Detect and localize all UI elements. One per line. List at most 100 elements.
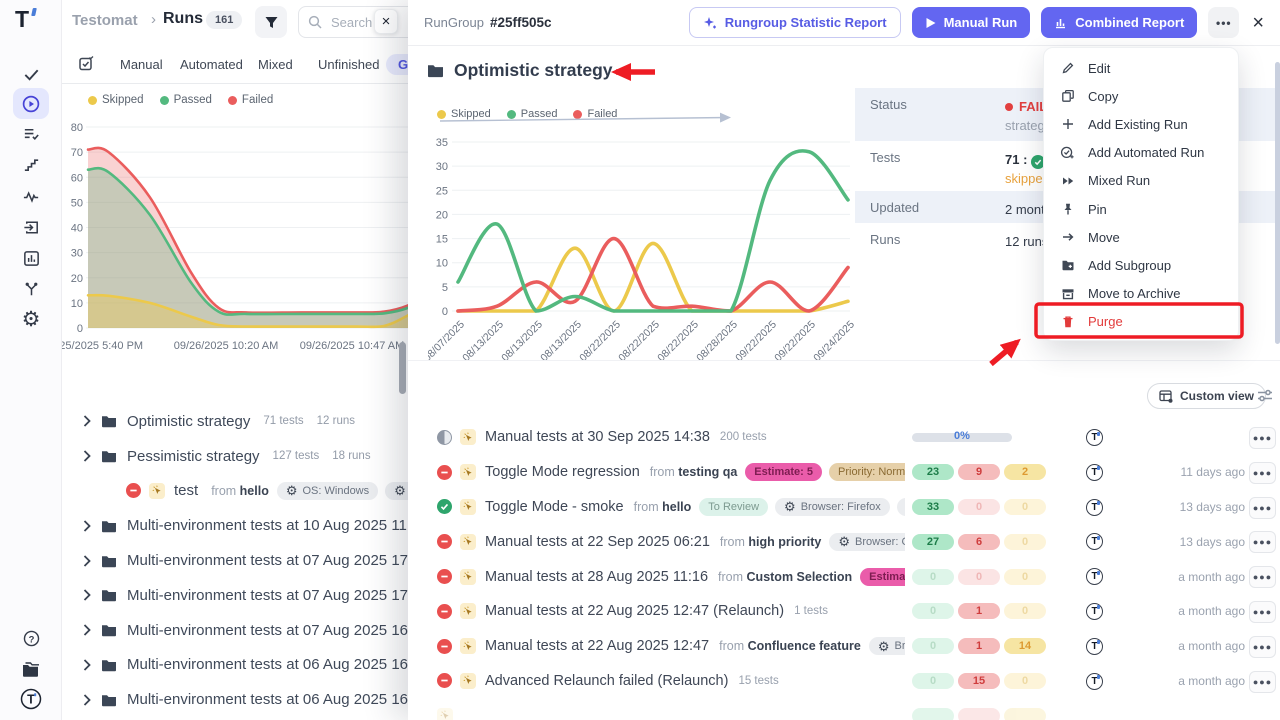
sidebar-item-pulse[interactable] bbox=[0, 180, 62, 212]
group-title-row: Optimistic strategy bbox=[427, 60, 613, 81]
menu-item-move[interactable]: Move bbox=[1044, 223, 1238, 251]
filter-button[interactable] bbox=[255, 6, 287, 38]
run-row-toggle-mode-smoke[interactable]: Toggle Mode - smoke from hello To Review… bbox=[408, 490, 1280, 525]
row-menu-button[interactable]: ●●● bbox=[1249, 462, 1276, 484]
rungroup-statistic-report-button[interactable]: Rungroup Statistic Report bbox=[689, 7, 901, 38]
gear-icon: ⚙ bbox=[286, 484, 298, 497]
run-row-manual-tests-at-22-sep-2025-06-21[interactable]: Manual tests at 22 Sep 2025 06:21 from h… bbox=[408, 524, 1280, 559]
sidebar-item-test-plans[interactable] bbox=[0, 118, 62, 150]
row-menu-button[interactable]: ●●● bbox=[1249, 427, 1276, 449]
menu-item-add-existing-run[interactable]: Add Existing Run bbox=[1044, 110, 1238, 138]
chevron-right-icon[interactable] bbox=[83, 555, 91, 567]
menu-item-mixed-run[interactable]: Mixed Run bbox=[1044, 167, 1238, 195]
sidebar-item-profile[interactable]: T bbox=[0, 683, 62, 715]
info-label: Runs bbox=[870, 232, 1005, 256]
tab-manual[interactable]: Manual bbox=[120, 57, 163, 72]
row-menu-button[interactable]: ●●● bbox=[1249, 671, 1276, 693]
search-icon bbox=[308, 15, 322, 29]
app-sidebar: T ⚙ ? T bbox=[0, 0, 62, 720]
legend-skipped[interactable]: Skipped bbox=[88, 94, 144, 106]
badge-os-macos: ⚙OS: MacOS bbox=[897, 498, 905, 516]
breadcrumb-section[interactable]: Runs bbox=[163, 10, 203, 28]
drawer-header: RunGroup #25ff505c Rungroup Statistic Re… bbox=[408, 0, 1280, 46]
run-row-manual-tests-at-22-aug-2025-12-47-relaunch[interactable]: Manual tests at 22 Aug 2025 12:47 (Relau… bbox=[408, 594, 1280, 629]
run-row-manual-tests-at-22-aug-2025-12-47[interactable]: Manual tests at 22 Aug 2025 12:47 from C… bbox=[408, 629, 1280, 664]
sidebar-item-help[interactable]: ? bbox=[0, 622, 62, 654]
left-panel-scrollbar[interactable] bbox=[399, 342, 406, 394]
drawer-scrollbar[interactable] bbox=[1275, 62, 1280, 344]
tab-automated[interactable]: Automated bbox=[180, 57, 243, 72]
rungroup-runs-list: Manual tests at 30 Sep 2025 14:38 200 te… bbox=[408, 420, 1280, 720]
failed-count bbox=[958, 708, 1000, 720]
reporter-logo-icon[interactable]: T bbox=[1086, 429, 1103, 446]
run-tests-count: 15 tests bbox=[738, 675, 778, 687]
legend-passed[interactable]: Passed bbox=[507, 108, 558, 120]
view-settings-icon[interactable] bbox=[1257, 389, 1273, 402]
manual-test-icon bbox=[460, 673, 476, 689]
menu-item-move-to-archive[interactable]: Move to Archive bbox=[1044, 280, 1238, 308]
sidebar-item-analytics[interactable] bbox=[0, 242, 62, 274]
close-icon[interactable]: × bbox=[1252, 13, 1264, 33]
custom-view-button[interactable]: Custom view bbox=[1147, 383, 1266, 409]
skipped-count bbox=[1004, 708, 1046, 720]
row-menu-button[interactable]: ●●● bbox=[1249, 497, 1276, 519]
manual-test-icon bbox=[460, 534, 476, 550]
failed-count: 9 bbox=[958, 464, 1000, 480]
menu-item-pin[interactable]: Pin bbox=[1044, 195, 1238, 223]
group-title: Multi-environment tests at 06 Aug 2025 1… bbox=[127, 691, 429, 708]
chevron-right-icon[interactable] bbox=[83, 624, 91, 636]
chevron-right-icon[interactable] bbox=[83, 694, 91, 706]
row-menu-button[interactable]: ●●● bbox=[1249, 531, 1276, 553]
tab-unfinished[interactable]: Unfinished bbox=[318, 57, 379, 72]
sidebar-item-settings[interactable]: ⚙ bbox=[0, 304, 62, 336]
menu-item-add-subgroup[interactable]: Add Subgroup bbox=[1044, 251, 1238, 279]
run-row-toggle-mode-regression[interactable]: Toggle Mode regression from testing qa E… bbox=[408, 455, 1280, 490]
chevron-right-icon[interactable] bbox=[83, 415, 91, 427]
clear-search-button[interactable]: × bbox=[374, 9, 398, 34]
row-menu-button[interactable]: ●●● bbox=[1249, 636, 1276, 658]
copy-icon bbox=[1060, 89, 1075, 104]
chevron-right-icon[interactable] bbox=[83, 589, 91, 601]
legend-skipped[interactable]: Skipped bbox=[437, 108, 491, 120]
sidebar-item-docs[interactable] bbox=[0, 653, 62, 685]
chevron-right-icon[interactable] bbox=[83, 659, 91, 671]
run-row-advanced-relaunch-failed-relaunch[interactable]: Advanced Relaunch failed (Relaunch) 15 t… bbox=[408, 664, 1280, 699]
sidebar-item-branches[interactable] bbox=[0, 273, 62, 305]
chevron-right-icon[interactable] bbox=[83, 520, 91, 532]
sidebar-item-import[interactable] bbox=[0, 211, 62, 243]
info-label: Updated bbox=[870, 200, 1005, 223]
select-runs-icon[interactable] bbox=[78, 56, 94, 72]
svg-text:08/13/2025: 08/13/2025 bbox=[538, 318, 584, 360]
combined-report-button[interactable]: Combined Report bbox=[1041, 7, 1197, 38]
result-counts: 000 bbox=[912, 569, 1050, 585]
chevron-right-icon[interactable] bbox=[83, 450, 91, 462]
sidebar-item-milestones[interactable] bbox=[0, 148, 62, 180]
row-menu-button[interactable]: ●●● bbox=[1249, 601, 1276, 623]
chart-legend: Skipped Passed Failed bbox=[437, 108, 617, 120]
row-menu-button[interactable]: ●●● bbox=[1249, 566, 1276, 588]
more-actions-button[interactable]: ••• bbox=[1208, 7, 1239, 38]
menu-item-edit[interactable]: Edit bbox=[1044, 54, 1238, 82]
tab-mixed[interactable]: Mixed bbox=[258, 57, 293, 72]
sidebar-item-tests[interactable] bbox=[0, 58, 62, 90]
legend-passed[interactable]: Passed bbox=[160, 94, 212, 106]
menu-item-purge[interactable]: Purge bbox=[1044, 308, 1238, 336]
result-counts: 0114 bbox=[912, 638, 1050, 654]
failed-count: 15 bbox=[958, 673, 1000, 689]
testomat-logo-icon[interactable]: T bbox=[15, 6, 29, 33]
manual-run-button[interactable]: Manual Run bbox=[912, 7, 1031, 38]
menu-item-label: Pin bbox=[1088, 202, 1107, 217]
failed-status-icon bbox=[437, 534, 452, 549]
menu-item-add-automated-run[interactable]: Add Automated Run bbox=[1044, 139, 1238, 167]
sidebar-item-runs[interactable] bbox=[0, 88, 62, 120]
breadcrumb-app[interactable]: Testomat bbox=[72, 12, 138, 29]
run-row-manual-tests-at-28-aug-2025-11-16[interactable]: Manual tests at 28 Aug 2025 11:16 from C… bbox=[408, 559, 1280, 594]
run-source: from hello bbox=[634, 500, 692, 514]
legend-failed[interactable]: Failed bbox=[573, 108, 617, 120]
run-row-partial[interactable] bbox=[408, 698, 1280, 720]
legend-failed[interactable]: Failed bbox=[228, 94, 273, 106]
run-row-manual-tests-at-30-sep-2025-14-38[interactable]: Manual tests at 30 Sep 2025 14:38 200 te… bbox=[408, 420, 1280, 455]
svg-text:15: 15 bbox=[436, 234, 448, 246]
manual-test-icon bbox=[437, 708, 453, 720]
menu-item-copy[interactable]: Copy bbox=[1044, 82, 1238, 110]
